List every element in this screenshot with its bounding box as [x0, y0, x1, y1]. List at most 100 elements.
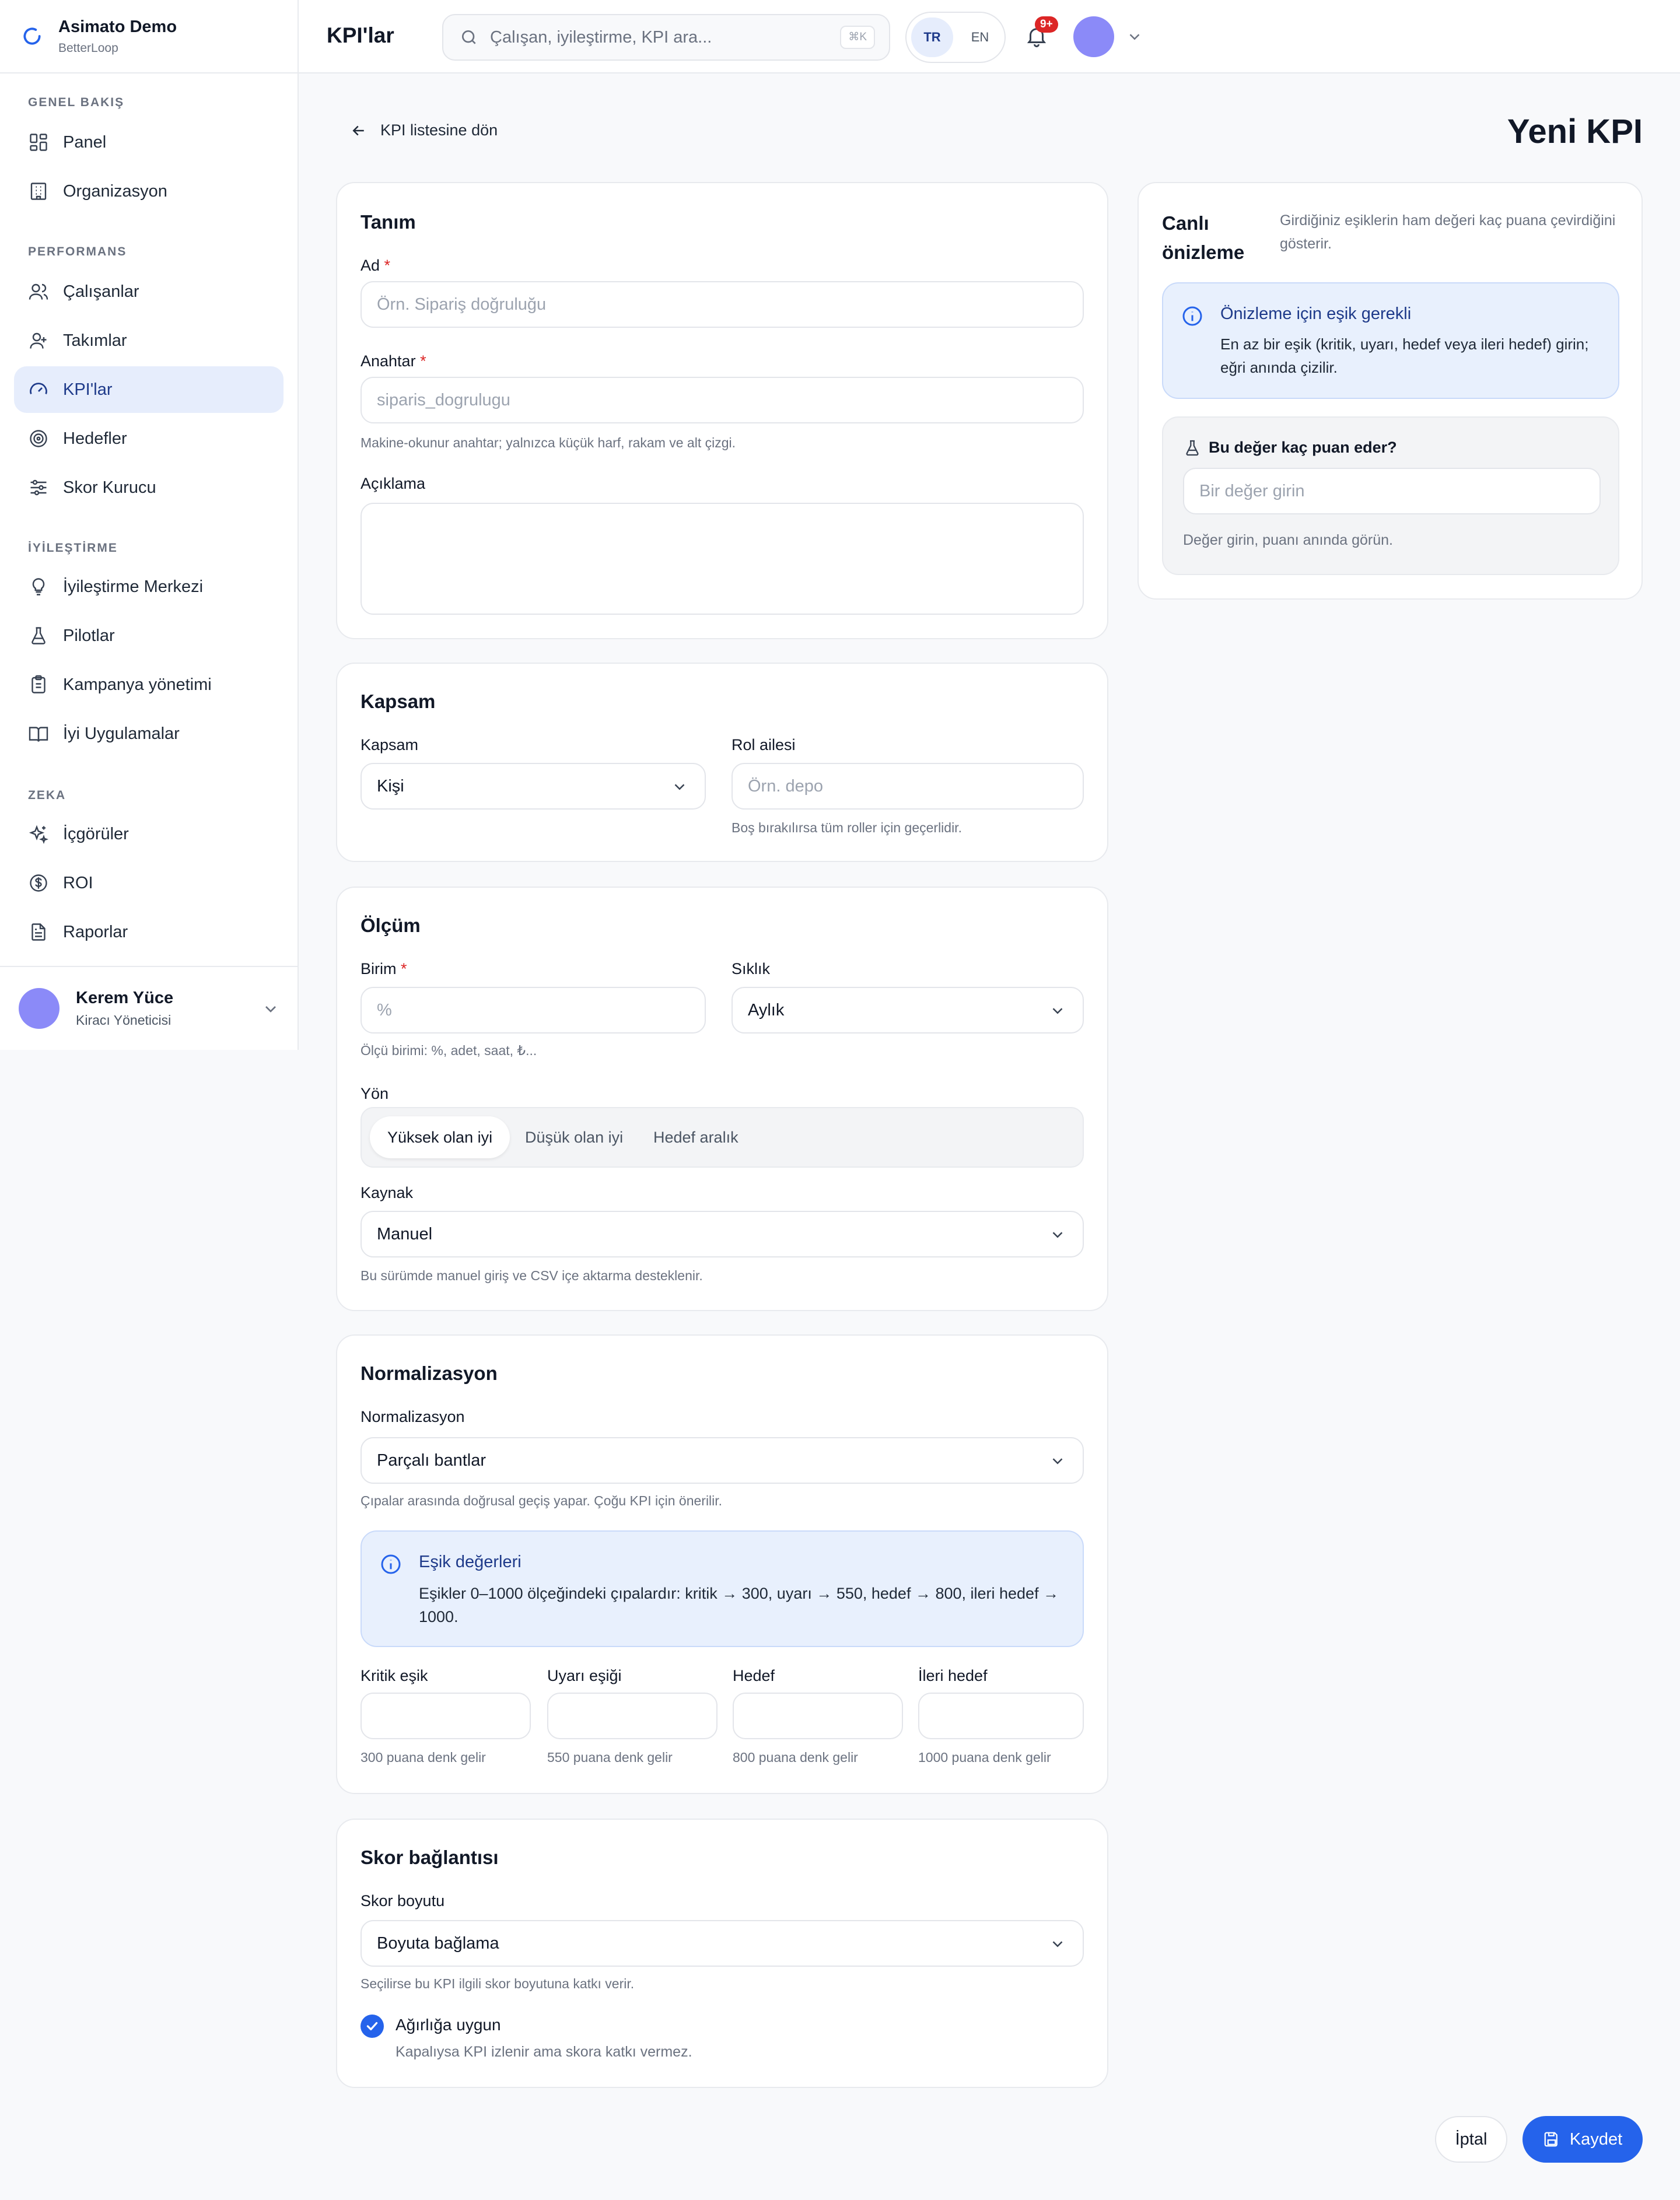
save-button-label: Kaydet	[1569, 2129, 1623, 2149]
file-text-icon	[32, 923, 46, 941]
sidebar-item-insights[interactable]: İçgörüler	[14, 811, 284, 857]
threshold-stretch-input[interactable]	[918, 1693, 1084, 1739]
preview-description: Girdiğiniz eşiklerin ham değeri kaç puan…	[1280, 212, 1616, 252]
value-probe-box: Bu değer kaç puan eder? Bir değer girin …	[1162, 416, 1619, 575]
sidebar-item-best-practices[interactable]: İyi Uygulamalar	[14, 710, 284, 757]
brand-logo-icon	[23, 27, 41, 45]
measurement-card: Ölçüm Birim * % Ölçü birimi: %, adet, sa…	[336, 887, 1108, 1311]
sidebar-item-reports[interactable]: Raporlar	[14, 909, 284, 955]
chevron-down-icon	[674, 784, 685, 790]
threshold-target-help: 800 puana denk gelir	[733, 1750, 858, 1765]
nav-section-improvement: İYİLEŞTİRME	[28, 541, 118, 555]
sidebar-item-organization[interactable]: Organizasyon	[14, 168, 284, 215]
description-textarea[interactable]	[360, 503, 1084, 615]
threshold-warning-input[interactable]	[547, 1693, 718, 1739]
sidebar-item-label: Çalışanlar	[63, 282, 139, 301]
avatar	[19, 988, 60, 1029]
language-switcher: TR EN	[905, 12, 1006, 63]
threshold-info-box: Eşik değerleri Eşikler 0–1000 ölçeğindek…	[360, 1530, 1084, 1647]
sidebar-item-label: Hedefler	[63, 429, 127, 448]
frequency-select[interactable]: Aylık	[732, 987, 1084, 1034]
info-icon	[381, 1554, 401, 1574]
users-icon	[29, 283, 48, 300]
search-placeholder: Çalışan, iyileştirme, KPI ara...	[490, 27, 712, 47]
role-family-label: Rol ailesi	[732, 736, 796, 754]
lang-en-button[interactable]: EN	[959, 17, 1001, 57]
threshold-warning-label: Uyarı eşiği	[547, 1667, 622, 1684]
lightbulb-icon	[32, 578, 45, 595]
chevron-down-icon[interactable]	[1126, 28, 1143, 45]
role-family-help: Boş bırakılırsa tüm roller için geçerlid…	[732, 820, 962, 835]
card-title: Kapsam	[360, 691, 436, 712]
sidebar-item-teams[interactable]: Takımlar	[14, 317, 284, 364]
chevron-down-icon	[1052, 1941, 1063, 1947]
sidebar-item-label: Pilotlar	[63, 626, 115, 645]
save-button[interactable]: Kaydet	[1522, 2116, 1643, 2163]
info-body: Eşikler 0–1000 ölçeğindeki çıpalardır: k…	[419, 1585, 1059, 1626]
sidebar-item-campaigns[interactable]: Kampanya yönetimi	[14, 661, 284, 708]
sidebar-item-label: İyileştirme Merkezi	[63, 577, 204, 596]
user-menu[interactable]: Kerem Yüce Kiracı Yöneticisi	[0, 966, 298, 1050]
sidebar-item-employees[interactable]: Çalışanlar	[14, 268, 284, 315]
dollar-icon	[30, 874, 47, 892]
chevron-down-icon	[1052, 1008, 1063, 1014]
arrow-left-icon	[352, 125, 364, 135]
back-link-label: KPI listesine dön	[380, 121, 498, 139]
direction-option-higher[interactable]: Yüksek olan iyi	[370, 1116, 510, 1158]
unit-input[interactable]: %	[360, 987, 706, 1034]
role-family-input[interactable]: Örn. depo	[732, 763, 1084, 810]
notification-badge: 9+	[1035, 16, 1058, 33]
direction-option-lower[interactable]: Düşük olan iyi	[508, 1116, 640, 1158]
back-link[interactable]: KPI listesine dön	[350, 121, 498, 139]
source-select[interactable]: Manuel	[360, 1211, 1084, 1257]
info-title: Eşik değerleri	[419, 1553, 522, 1571]
weight-eligible-checkbox[interactable]	[360, 2015, 384, 2038]
score-dimension-select[interactable]: Boyuta bağlama	[360, 1920, 1084, 1967]
score-dimension-help: Seçilirse bu KPI ilgili skor boyutuna ka…	[360, 1976, 635, 1991]
nav-section-intelligence: ZEKA	[28, 789, 66, 802]
name-input[interactable]: Örn. Sipariş doğruluğu	[360, 281, 1084, 328]
global-search-input[interactable]: Çalışan, iyileştirme, KPI ara... ⌘K	[442, 14, 890, 61]
search-shortcut: ⌘K	[840, 26, 875, 49]
normalization-select[interactable]: Parçalı bantlar	[360, 1437, 1084, 1484]
live-preview-card: Canlı önizleme Girdiğiniz eşiklerin ham …	[1138, 182, 1643, 600]
sidebar-item-score-builder[interactable]: Skor Kurucu	[14, 464, 284, 511]
scope-select[interactable]: Kişi	[360, 763, 706, 810]
scope-card: Kapsam Kapsam Kişi Rol ailesi Örn. depo …	[336, 663, 1108, 862]
sidebar-item-pilots[interactable]: Pilotlar	[14, 612, 284, 659]
direction-option-range[interactable]: Hedef aralık	[636, 1116, 756, 1158]
probe-label: Bu değer kaç puan eder?	[1209, 439, 1397, 456]
probe-value-input[interactable]: Bir değer girin	[1183, 468, 1601, 514]
threshold-target-input[interactable]	[733, 1693, 903, 1739]
sidebar-item-goals[interactable]: Hedefler	[14, 415, 284, 462]
page-title: Yeni KPI	[1507, 113, 1643, 150]
avatar[interactable]	[1073, 16, 1114, 57]
key-input[interactable]: siparis_dogrulugu	[360, 377, 1084, 423]
check-icon	[366, 2022, 378, 2031]
brand[interactable]: Asimato Demo BetterLoop	[0, 0, 298, 73]
card-title: Skor bağlantısı	[360, 1847, 499, 1868]
threshold-critical-input[interactable]	[360, 1693, 531, 1739]
sidebar-item-label: Kampanya yönetimi	[63, 675, 212, 694]
building-icon	[30, 183, 47, 200]
sliders-icon	[30, 479, 47, 496]
sidebar-item-kpis[interactable]: KPI'lar	[14, 366, 284, 413]
book-icon	[29, 727, 48, 742]
chevron-down-icon	[265, 1006, 276, 1013]
dashboard-icon	[30, 134, 47, 151]
sidebar-item-roi[interactable]: ROI	[14, 860, 284, 906]
sidebar-item-improvement-center[interactable]: İyileştirme Merkezi	[14, 563, 284, 610]
topbar: KPI'lar Çalışan, iyileştirme, KPI ara...…	[299, 0, 1680, 73]
unit-label: Birim *	[360, 960, 407, 978]
source-help: Bu sürümde manuel giriş ve CSV içe aktar…	[360, 1268, 703, 1283]
gauge-icon	[30, 383, 47, 394]
lang-tr-button[interactable]: TR	[911, 17, 953, 57]
chevron-down-icon	[1052, 1458, 1063, 1465]
sidebar: Asimato Demo BetterLoop GENEL BAKIŞ Pane…	[0, 0, 299, 1050]
source-label: Kaynak	[360, 1184, 414, 1201]
sidebar-item-panel[interactable]: Panel	[14, 119, 284, 166]
cancel-button[interactable]: İptal	[1435, 2116, 1507, 2163]
page-section-title: KPI'lar	[327, 23, 394, 47]
info-title: Önizleme için eşik gerekli	[1220, 304, 1412, 323]
score-dimension-label: Skor boyutu	[360, 1892, 445, 1910]
